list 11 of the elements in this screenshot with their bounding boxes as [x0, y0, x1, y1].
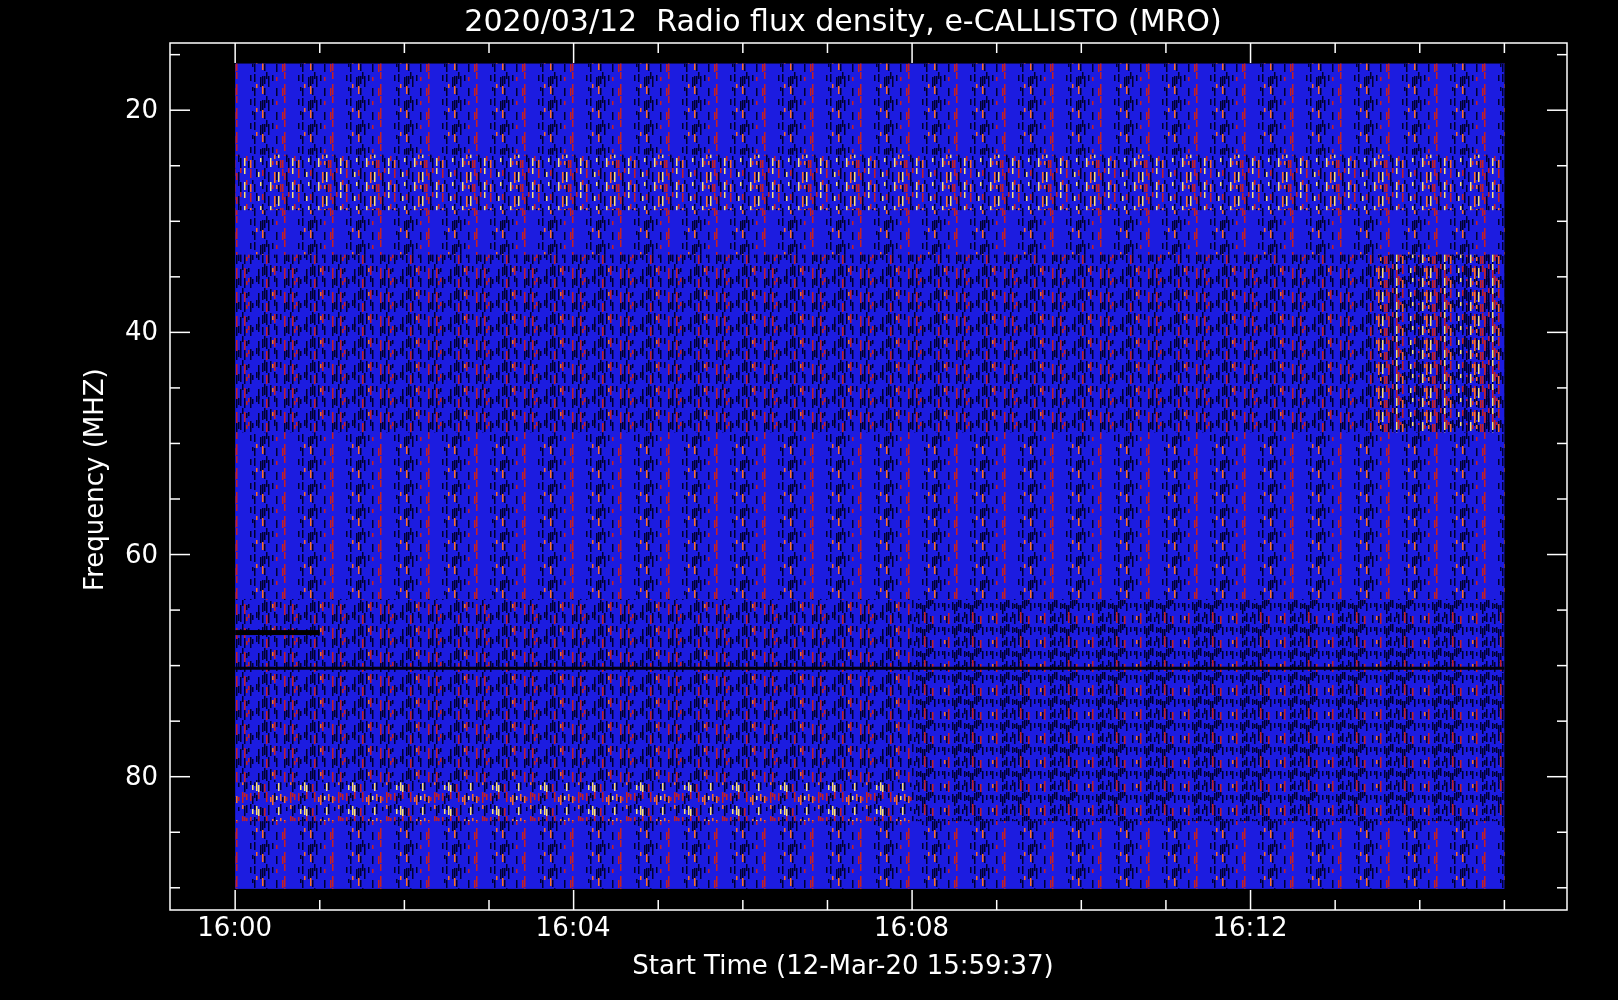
x-tick-label: 16:04: [535, 912, 611, 944]
chart-title: 2020/03/12 Radio flux density, e-CALLISTO (MRO): [464, 3, 1222, 38]
y-tick-label: 60: [124, 538, 158, 570]
y-tick-label: 80: [124, 760, 158, 792]
x-tick-label: 16:12: [1212, 912, 1288, 944]
x-tick-label: 16:00: [197, 912, 273, 944]
x-axis-title: Start Time (12-Mar-20 15:59:37): [632, 950, 1054, 980]
x-tick-label: 16:08: [874, 912, 949, 944]
y-tick-label: 20: [124, 94, 158, 126]
y-axis-title: Frequency (MHZ): [78, 368, 110, 591]
y-tick-label: 40: [124, 316, 158, 348]
